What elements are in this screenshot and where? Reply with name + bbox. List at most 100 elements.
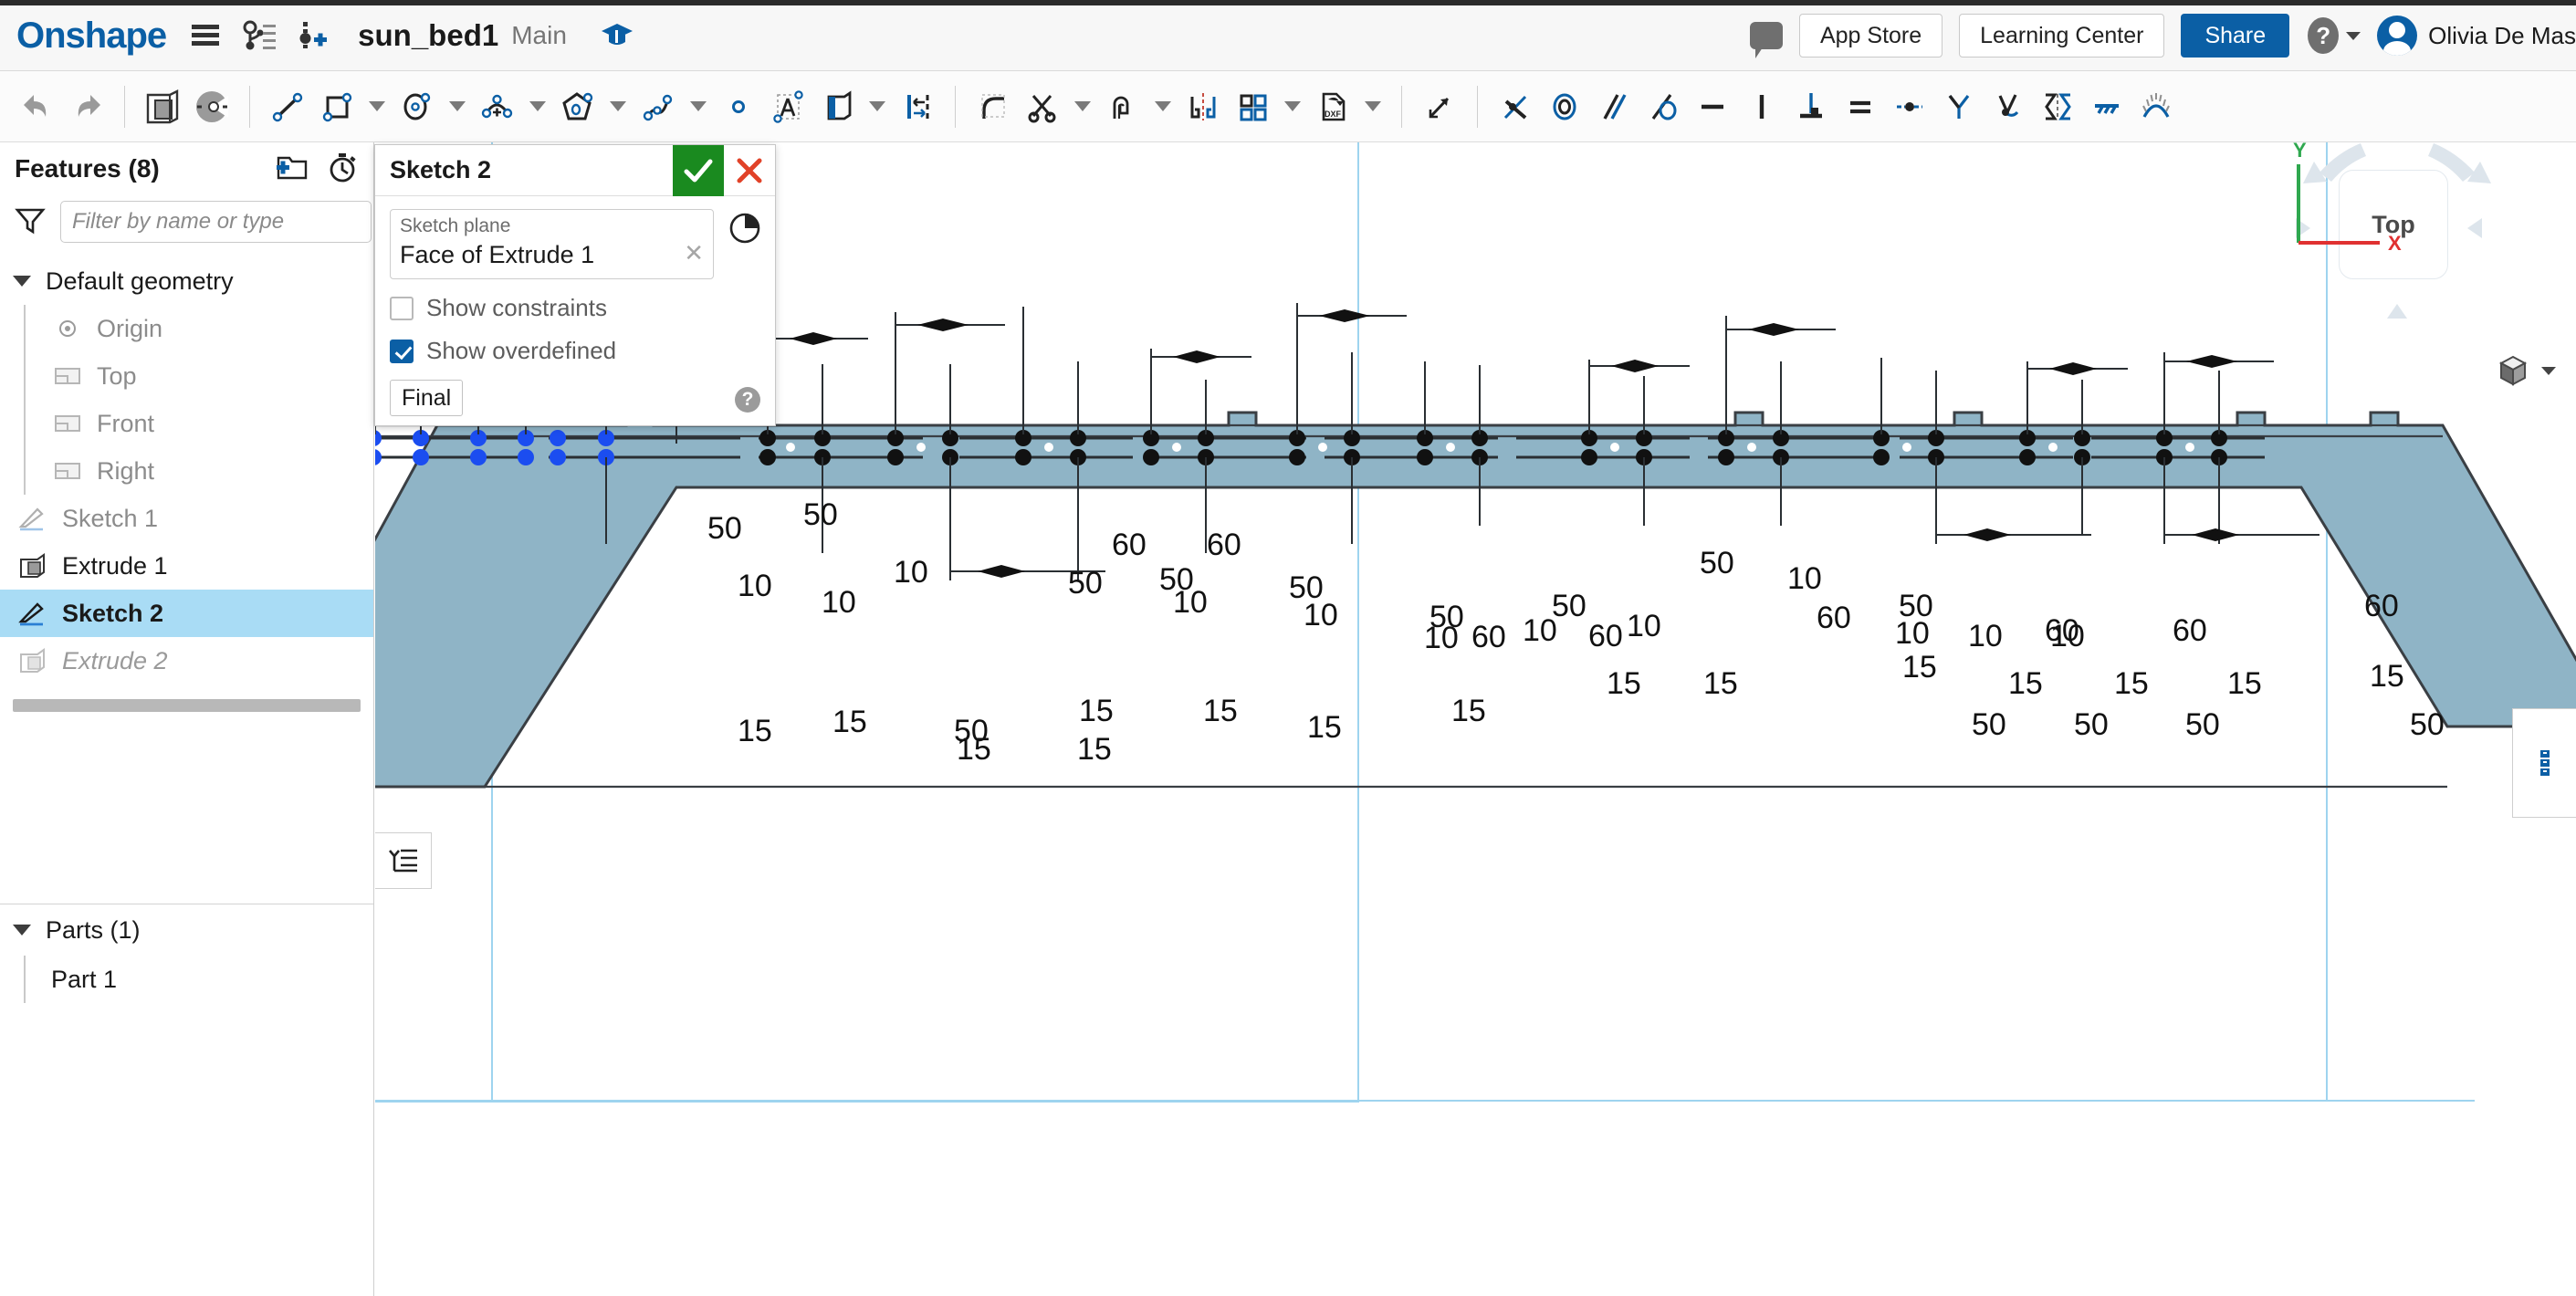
pierce-icon[interactable] bbox=[1984, 79, 2033, 134]
spline-chevron-down-icon[interactable] bbox=[683, 79, 714, 134]
user-name[interactable]: Olivia De Mas bbox=[2428, 22, 2576, 50]
dimension-label[interactable]: 15 bbox=[1307, 710, 1342, 746]
vertical-icon[interactable] bbox=[1737, 79, 1786, 134]
redo-icon[interactable] bbox=[62, 79, 111, 134]
polygon-icon[interactable] bbox=[553, 79, 602, 134]
dimension-label[interactable]: 15 bbox=[832, 705, 867, 740]
sidebar-item-sketch-1[interactable]: Sketch 1 bbox=[0, 495, 373, 542]
sketch-dialog[interactable]: Sketch 2 Sketch plane Face of Extrude 1 … bbox=[374, 144, 776, 426]
avatar[interactable] bbox=[2377, 16, 2418, 56]
project-chevron-down-icon[interactable] bbox=[862, 79, 893, 134]
dimension-label[interactable]: 10 bbox=[894, 555, 928, 591]
app-store-button[interactable]: App Store bbox=[1798, 14, 1943, 57]
dimension-label[interactable]: 10 bbox=[822, 585, 856, 621]
sidebar-item-extrude-2[interactable]: Extrude 2 bbox=[0, 637, 373, 685]
point-icon[interactable] bbox=[714, 79, 763, 134]
dimension-label[interactable]: 50 bbox=[2185, 707, 2220, 743]
dimension-label[interactable]: 10 bbox=[1424, 621, 1459, 656]
circle-chevron-down-icon[interactable] bbox=[442, 79, 473, 134]
checkbox-box[interactable] bbox=[390, 296, 414, 320]
dimension-label[interactable]: 50 bbox=[707, 511, 742, 547]
part-studio-icon[interactable] bbox=[138, 79, 187, 134]
dimension-label[interactable]: 50 bbox=[1972, 707, 2006, 743]
parallel-icon[interactable] bbox=[1589, 79, 1639, 134]
circle-icon[interactable] bbox=[393, 79, 442, 134]
dimension-label[interactable]: 60 bbox=[1588, 619, 1623, 654]
horizontal-icon[interactable] bbox=[1688, 79, 1737, 134]
help-icon[interactable]: ? bbox=[2308, 17, 2340, 54]
dimension-label[interactable]: 60 bbox=[1207, 528, 1241, 563]
dimension-label[interactable]: 60 bbox=[1112, 528, 1147, 563]
panel-toggle-icon[interactable] bbox=[2512, 708, 2576, 818]
list-item[interactable]: Part 1 bbox=[0, 956, 373, 1003]
branch-name[interactable]: Main bbox=[511, 21, 567, 50]
filter-funnel-icon[interactable] bbox=[13, 204, 47, 240]
dimension-label[interactable]: 10 bbox=[1627, 609, 1661, 644]
menu-icon[interactable] bbox=[184, 17, 226, 54]
document-title[interactable]: sun_bed1 bbox=[358, 18, 498, 53]
show-constraints-checkbox[interactable]: Show constraints bbox=[390, 294, 760, 322]
tangent-arc-icon[interactable] bbox=[1934, 79, 1984, 134]
line-icon[interactable] bbox=[263, 79, 312, 134]
sketch-list-icon[interactable] bbox=[375, 832, 432, 889]
sidebar-item-origin[interactable]: Origin bbox=[0, 305, 373, 352]
checkbox-box[interactable] bbox=[390, 339, 414, 363]
dimension-label[interactable]: 10 bbox=[1304, 598, 1338, 633]
tree-group-default-geometry[interactable]: Default geometry bbox=[0, 257, 373, 305]
insert-feature-icon[interactable] bbox=[290, 15, 332, 57]
midpoint-icon[interactable] bbox=[1885, 79, 1934, 134]
dxf-import-icon[interactable]: DXF bbox=[1308, 79, 1357, 134]
dimension-label[interactable]: 10 bbox=[1895, 616, 1930, 652]
filter-input[interactable] bbox=[60, 201, 372, 243]
accept-button[interactable] bbox=[673, 144, 724, 196]
dimension-label[interactable]: 15 bbox=[1079, 694, 1114, 729]
offset-chevron-down-icon[interactable] bbox=[1147, 79, 1178, 134]
dimension-label[interactable]: 15 bbox=[2227, 666, 2262, 702]
offset-curve-icon[interactable] bbox=[1098, 79, 1147, 134]
dimension-label[interactable]: 60 bbox=[1471, 620, 1506, 655]
dimension-label[interactable]: 50 bbox=[2410, 707, 2445, 743]
chevron-down-icon[interactable] bbox=[2541, 366, 2556, 375]
dimension-label[interactable]: 10 bbox=[738, 569, 772, 604]
transform-icon[interactable] bbox=[1415, 79, 1464, 134]
question-mark-icon[interactable]: ? bbox=[735, 387, 760, 413]
arc-icon[interactable] bbox=[473, 79, 522, 134]
chevron-down-icon[interactable] bbox=[13, 276, 31, 287]
dimension-label[interactable]: 15 bbox=[1902, 650, 1937, 685]
dimension-label[interactable]: 60 bbox=[2364, 589, 2399, 624]
dimension-label[interactable]: 15 bbox=[2008, 666, 2043, 702]
dimension-label[interactable]: 10 bbox=[1787, 561, 1822, 597]
sidebar-item-right[interactable]: Right bbox=[0, 447, 373, 495]
rectangle-icon[interactable] bbox=[312, 79, 361, 134]
coincident-icon[interactable] bbox=[1491, 79, 1540, 134]
history-clock-icon[interactable] bbox=[728, 211, 762, 250]
dimension-label[interactable]: 15 bbox=[1077, 732, 1112, 768]
dimension-label[interactable]: 10 bbox=[2050, 619, 2085, 654]
polygon-chevron-down-icon[interactable] bbox=[602, 79, 634, 134]
dimension-label[interactable]: 15 bbox=[1203, 694, 1238, 729]
dimension-label[interactable]: 10 bbox=[1523, 613, 1557, 649]
add-folder-icon[interactable] bbox=[275, 152, 309, 186]
display-mode-button[interactable] bbox=[2492, 350, 2556, 391]
help-chevron-down-icon[interactable] bbox=[2346, 31, 2361, 40]
concentric-icon[interactable] bbox=[1540, 79, 1589, 134]
dimension-label[interactable]: 50 bbox=[803, 497, 838, 533]
trim-icon[interactable] bbox=[1018, 79, 1067, 134]
dxf-chevron-down-icon[interactable] bbox=[1357, 79, 1388, 134]
equal-icon[interactable] bbox=[1836, 79, 1885, 134]
dimension-label[interactable]: 15 bbox=[738, 714, 772, 749]
dimension-label[interactable]: 10 bbox=[1173, 585, 1208, 621]
final-button[interactable]: Final bbox=[390, 380, 464, 416]
mirror-icon[interactable] bbox=[1178, 79, 1228, 134]
arc-chevron-down-icon[interactable] bbox=[522, 79, 553, 134]
view-orientation-control[interactable]: Top Y X bbox=[2293, 142, 2549, 380]
project-icon[interactable] bbox=[812, 79, 862, 134]
dimension-label[interactable]: 50 bbox=[954, 714, 989, 749]
sidebar-item-front[interactable]: Front bbox=[0, 400, 373, 447]
dimension-label[interactable]: 10 bbox=[1968, 619, 2003, 654]
dimension-label[interactable]: 50 bbox=[1700, 546, 1734, 581]
parts-header[interactable]: Parts (1) bbox=[0, 904, 373, 956]
dimension-label[interactable]: 50 bbox=[1068, 566, 1103, 601]
grid-pattern-icon[interactable] bbox=[1228, 79, 1277, 134]
trim-chevron-down-icon[interactable] bbox=[1067, 79, 1098, 134]
